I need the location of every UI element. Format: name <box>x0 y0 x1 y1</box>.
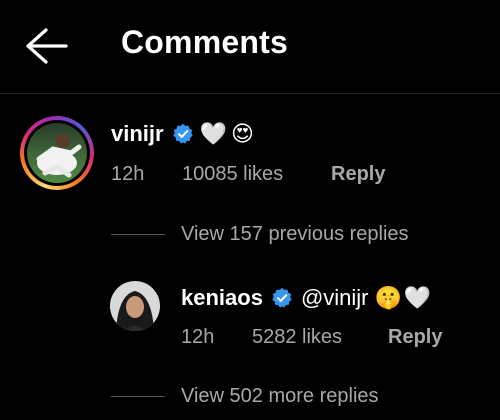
verified-badge-icon <box>172 123 193 144</box>
comment-likes[interactable]: 10085 likes <box>182 163 283 186</box>
reply-avatar[interactable] <box>110 281 160 331</box>
reply-time: 12h <box>181 326 215 348</box>
reply-username[interactable]: keniaos <box>181 285 263 311</box>
view-previous-replies-button[interactable]: View 157 previous replies <box>181 223 409 246</box>
white-heart-emoji: 🤍 <box>403 285 432 310</box>
reply-likes[interactable]: 5282 likes <box>252 326 342 349</box>
arrow-left-icon[interactable] <box>24 26 68 66</box>
heart-eyes-emoji: 😍 <box>230 121 254 146</box>
white-heart-emoji: 🤍 <box>199 121 227 146</box>
more-replies-divider <box>111 396 165 397</box>
verified-badge-icon <box>272 287 292 308</box>
header: Comments <box>0 0 500 94</box>
reply-reply-button[interactable]: Reply <box>388 326 442 349</box>
view-more-replies-button[interactable]: View 502 more replies <box>181 385 379 408</box>
shushing-face-emoji: 🤫 <box>374 285 402 310</box>
reply-meta: 12h 5282 likes Reply <box>181 326 481 350</box>
avatar-photo <box>27 123 87 183</box>
reply-mention[interactable]: @vinijr <box>301 285 369 311</box>
comment-meta: 12h 10085 likes Reply <box>111 163 411 187</box>
page-title: Comments <box>121 24 288 60</box>
comment-reply-button[interactable]: Reply <box>331 163 385 186</box>
comment-username[interactable]: vinijr <box>111 121 164 147</box>
replies-divider <box>111 234 165 235</box>
avatar[interactable] <box>20 116 94 190</box>
comment-time: 12h <box>111 163 145 185</box>
